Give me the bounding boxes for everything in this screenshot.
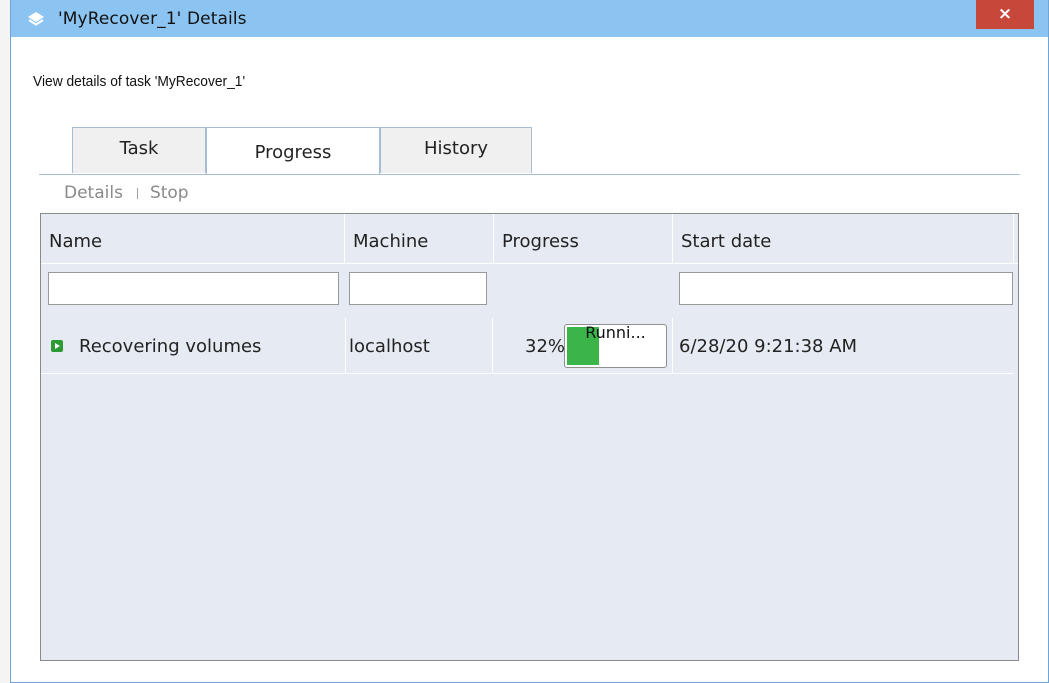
- name-filter-input[interactable]: [48, 272, 339, 305]
- tab-progress[interactable]: Progress: [206, 127, 380, 175]
- row-divider: [345, 318, 346, 373]
- machine-filter-input[interactable]: [349, 272, 487, 305]
- layers-icon: [28, 12, 44, 26]
- row-name: Recovering volumes: [79, 336, 262, 357]
- start-date-filter-input[interactable]: [679, 272, 1013, 305]
- row-start-date: 6/28/20 9:21:38 AM: [679, 336, 858, 357]
- column-header-machine[interactable]: Machine: [345, 214, 494, 263]
- details-button[interactable]: Details: [64, 183, 123, 203]
- tab-history[interactable]: History: [380, 127, 532, 173]
- dialog-subtitle: View details of task 'MyRecover_1': [33, 73, 246, 90]
- column-header-start-date[interactable]: Start date: [673, 214, 1014, 263]
- row-machine: localhost: [349, 336, 430, 357]
- toolbar-separator: [136, 187, 138, 199]
- row-progress-percent: 32%: [525, 336, 566, 357]
- row-divider: [672, 318, 673, 373]
- tabs-divider: [39, 174, 1020, 175]
- table-row[interactable]: Recovering volumes localhost 32% 6/28/20…: [41, 318, 1013, 374]
- column-header-name[interactable]: Name: [41, 214, 345, 263]
- play-icon: [51, 340, 63, 352]
- title-bar[interactable]: 'MyRecover_1' Details ×: [11, 0, 1048, 37]
- activities-table: Name Machine Progress Start date Recover…: [40, 213, 1019, 661]
- details-dialog: 'MyRecover_1' Details × View details of …: [10, 0, 1049, 683]
- column-header-progress[interactable]: Progress: [494, 214, 673, 263]
- toolbar: Details Stop: [64, 183, 189, 203]
- progress-bar: Runni...: [564, 324, 667, 368]
- progress-status-label: Runni...: [585, 324, 646, 342]
- tab-task[interactable]: Task: [72, 127, 206, 173]
- header-divider: [41, 263, 1018, 264]
- row-divider: [492, 318, 493, 373]
- window-title: 'MyRecover_1' Details: [58, 9, 247, 29]
- stop-button[interactable]: Stop: [150, 183, 189, 203]
- close-button[interactable]: ×: [976, 0, 1034, 29]
